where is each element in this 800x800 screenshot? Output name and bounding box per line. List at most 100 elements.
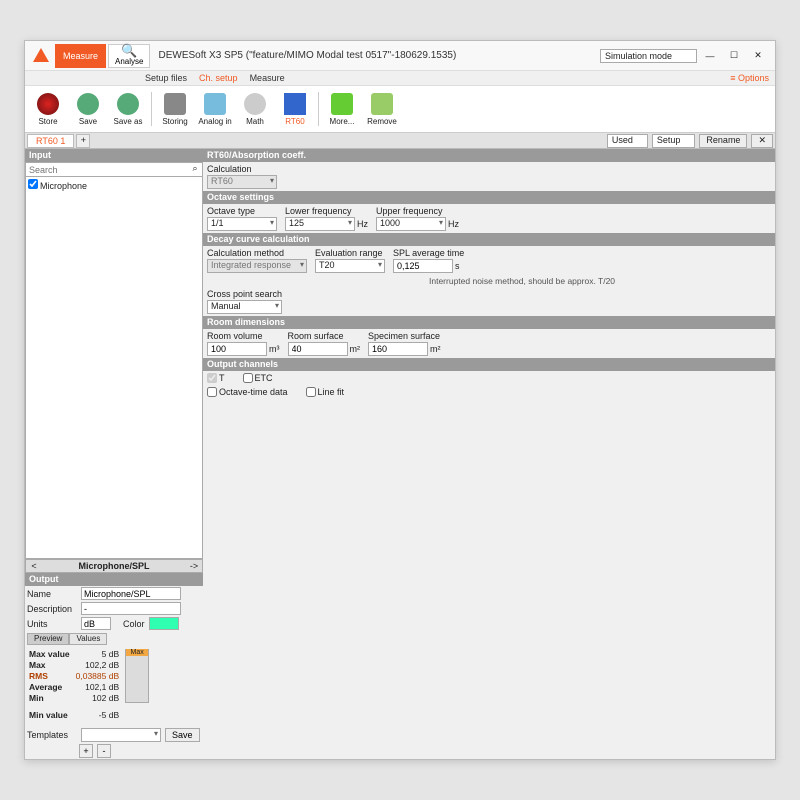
rename-button[interactable]: Rename xyxy=(699,134,747,148)
tb-more-label: More... xyxy=(330,117,355,126)
template-save-button[interactable]: Save xyxy=(165,728,200,742)
spl-avg-input[interactable] xyxy=(393,259,453,273)
tb-save[interactable]: Save xyxy=(69,88,107,130)
room-vol-unit: m³ xyxy=(269,344,280,354)
chk-octave-time[interactable]: Octave-time data xyxy=(207,387,288,397)
t-label: T xyxy=(219,373,225,383)
spl-unit: s xyxy=(455,261,460,271)
tb-rt60-label: RT60 xyxy=(285,117,304,126)
tab-add-button[interactable]: + xyxy=(76,134,90,148)
saveas-icon xyxy=(117,93,139,115)
octave-time-label: Octave-time data xyxy=(219,387,288,397)
desc-input[interactable] xyxy=(81,602,181,615)
tb-store-label: Store xyxy=(38,117,57,126)
input-tree[interactable]: Microphone xyxy=(25,177,203,559)
upper-freq-dropdown[interactable]: 1000 xyxy=(376,217,446,231)
tab-row: RT60 1 + Used Setup Rename ✕ xyxy=(25,133,775,149)
minimize-button[interactable]: — xyxy=(699,47,721,65)
input-item-microphone[interactable]: Microphone xyxy=(28,181,87,191)
desc-label: Description xyxy=(27,604,77,614)
options-link[interactable]: ≡ Options xyxy=(730,73,769,83)
tab-preview[interactable]: Preview xyxy=(27,633,69,645)
calc-method-dropdown[interactable]: Integrated response xyxy=(207,259,307,273)
room-surf-input[interactable] xyxy=(288,342,348,356)
chk-t[interactable]: T xyxy=(207,373,225,383)
meter-max-label: Max xyxy=(126,649,148,656)
tb-analogin[interactable]: Analog in xyxy=(196,88,234,130)
close-button[interactable]: ✕ xyxy=(747,47,769,65)
tb-analogin-label: Analog in xyxy=(198,117,231,126)
units-input[interactable] xyxy=(81,617,111,630)
analog-icon xyxy=(204,93,226,115)
template-add-button[interactable]: + xyxy=(79,744,93,758)
record-icon xyxy=(37,93,59,115)
maximize-button[interactable]: ☐ xyxy=(723,47,745,65)
used-dropdown[interactable]: Used xyxy=(607,134,648,148)
tb-saveas[interactable]: Save as xyxy=(109,88,147,130)
level-meter: Max xyxy=(125,649,149,703)
search-icon[interactable]: ⌕ xyxy=(188,163,202,176)
spec-surf-label: Specimen surface xyxy=(368,331,441,341)
lower-freq-dropdown[interactable]: 125 xyxy=(285,217,355,231)
tb-storing[interactable]: Storing xyxy=(156,88,194,130)
measure-button[interactable]: Measure xyxy=(55,44,106,68)
app-window: Measure 🔍 Analyse DEWESoft X3 SP5 ("feat… xyxy=(24,40,776,760)
output-channels-header: Output channels xyxy=(203,358,775,371)
tab-rt60-1[interactable]: RT60 1 xyxy=(27,134,74,148)
color-picker[interactable] xyxy=(149,617,179,630)
templates-label: Templates xyxy=(27,730,77,740)
setup-dropdown[interactable]: Setup xyxy=(652,134,696,148)
spl-avg-label: SPL average time xyxy=(393,248,464,258)
plus-icon xyxy=(331,93,353,115)
chk-linefit[interactable]: Line fit xyxy=(306,387,345,397)
decay-note: Interrupted noise method, should be appr… xyxy=(203,275,775,287)
t-checkbox xyxy=(207,373,217,383)
octave-type-dropdown[interactable]: 1/1 xyxy=(207,217,277,231)
eval-range-dropdown[interactable]: T20 xyxy=(315,259,385,273)
etc-checkbox[interactable] xyxy=(243,373,253,383)
tb-more[interactable]: More... xyxy=(323,88,361,130)
menu-measure[interactable]: Measure xyxy=(250,73,285,83)
octave-time-checkbox[interactable] xyxy=(207,387,217,397)
output-channels-row1: T ETC xyxy=(203,371,775,385)
linefit-label: Line fit xyxy=(318,387,345,397)
nav-prev-button[interactable]: < xyxy=(26,561,42,571)
tb-rt60[interactable]: RT60 xyxy=(276,88,314,130)
tb-math[interactable]: Math xyxy=(236,88,274,130)
stat-labels: Max value Max RMS Average Min Min value xyxy=(29,649,70,721)
analyse-button[interactable]: 🔍 Analyse xyxy=(108,44,150,68)
cross-point-dropdown[interactable]: Manual xyxy=(207,300,282,314)
color-label: Color xyxy=(123,619,145,629)
upper-freq-label: Upper frequency xyxy=(376,206,459,216)
tb-store[interactable]: Store xyxy=(29,88,67,130)
lower-freq-unit: Hz xyxy=(357,219,368,229)
save-icon xyxy=(77,93,99,115)
octave-header: Octave settings xyxy=(203,191,775,204)
analyse-label: Analyse xyxy=(115,57,143,66)
titlebar: Measure 🔍 Analyse DEWESoft X3 SP5 ("feat… xyxy=(25,41,775,71)
minus-icon xyxy=(371,93,393,115)
room-vol-input[interactable] xyxy=(207,342,267,356)
name-input[interactable] xyxy=(81,587,181,600)
template-remove-button[interactable]: - xyxy=(97,744,111,758)
nav-next-button[interactable]: -> xyxy=(186,561,202,571)
search-input[interactable] xyxy=(26,163,188,176)
tools-button[interactable]: ✕ xyxy=(751,134,773,148)
spec-surf-input[interactable] xyxy=(368,342,428,356)
linefit-checkbox[interactable] xyxy=(306,387,316,397)
menu-ch-setup[interactable]: Ch. setup xyxy=(199,73,238,83)
calc-dropdown[interactable]: RT60 xyxy=(207,175,277,189)
lower-freq-label: Lower frequency xyxy=(285,206,368,216)
tb-remove-label: Remove xyxy=(367,117,397,126)
room-surf-unit: m² xyxy=(350,344,361,354)
tab-values[interactable]: Values xyxy=(69,633,107,645)
templates-dropdown[interactable] xyxy=(81,728,161,742)
upper-freq-unit: Hz xyxy=(448,219,459,229)
tb-remove[interactable]: Remove xyxy=(363,88,401,130)
tb-saveas-label: Save as xyxy=(114,117,143,126)
microphone-checkbox[interactable] xyxy=(28,179,38,189)
simulation-mode-dropdown[interactable]: Simulation mode xyxy=(600,49,697,63)
preview-tabs: Preview Values xyxy=(27,633,201,645)
menu-setup-files[interactable]: Setup files xyxy=(145,73,187,83)
chk-etc[interactable]: ETC xyxy=(243,373,273,383)
